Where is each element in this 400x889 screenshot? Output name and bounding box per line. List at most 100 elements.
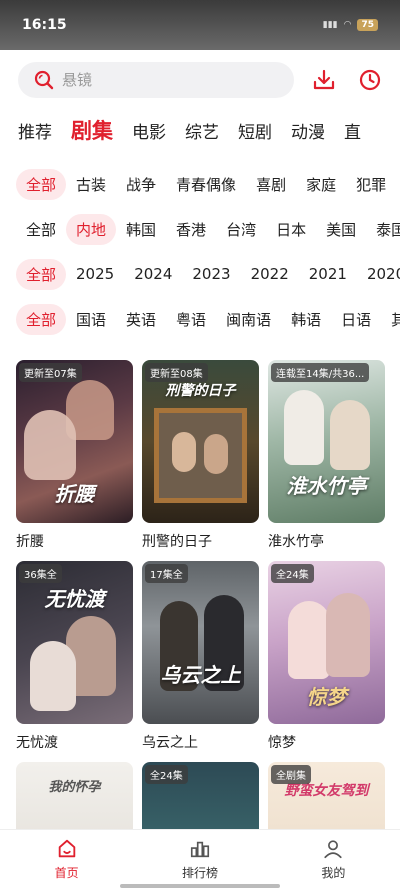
main-tabs: 推荐 剧集 电影 综艺 短剧 动漫 直 — [0, 112, 400, 148]
filter-region-chip[interactable]: 韩国 — [116, 214, 166, 245]
search-box[interactable] — [18, 62, 294, 98]
poster-image: 无忧渡 36集全 — [16, 561, 133, 724]
figure-shape — [172, 432, 196, 472]
battery-indicator: 75 — [357, 19, 378, 31]
person-icon — [324, 840, 342, 859]
episode-badge: 全24集 — [145, 765, 188, 784]
filter-genre-chip[interactable]: 青春偶像 — [166, 169, 246, 200]
download-icon — [313, 69, 335, 90]
drama-card[interactable]: 乌云之上 17集全 乌云之上 — [142, 561, 259, 752]
tab-series[interactable]: 剧集 — [71, 115, 113, 145]
download-button[interactable] — [310, 66, 338, 94]
filter-region-chip[interactable]: 香港 — [166, 214, 216, 245]
tab-variety[interactable]: 综艺 — [185, 118, 219, 143]
history-button[interactable] — [356, 66, 384, 94]
filter-region-chip[interactable]: 台湾 — [216, 214, 266, 245]
bottom-nav: 首页 排行榜 我的 — [0, 829, 400, 889]
filter-genre-chip[interactable]: 家庭 — [296, 169, 346, 200]
poster-image: 淮水竹亭 连载至14集/共36... — [268, 360, 385, 523]
tab-anime[interactable]: 动漫 — [291, 118, 325, 143]
status-icons: ▮▮▮ ◠ 75 — [323, 19, 378, 31]
figure-shape — [288, 601, 330, 679]
episode-badge: 17集全 — [145, 564, 188, 583]
drama-card[interactable]: 惊梦 全24集 惊梦 — [268, 561, 385, 752]
drama-title: 折腰 — [16, 534, 44, 550]
nav-profile-label: 我的 — [321, 866, 346, 880]
home-indicator — [120, 884, 280, 888]
filter-year-chip[interactable]: 2022 — [241, 260, 299, 288]
filter-region-chip[interactable]: 泰国 — [366, 214, 400, 245]
filter-language-chip[interactable]: 国语 — [66, 304, 116, 335]
filter-genre-all[interactable]: 全部 — [16, 168, 67, 200]
filter-genre-chip[interactable]: 喜剧 — [246, 169, 296, 200]
nav-ranking[interactable]: 排行榜 — [133, 830, 266, 889]
tab-live[interactable]: 直 — [344, 118, 361, 143]
filter-year-chip[interactable]: 2025 — [66, 260, 124, 288]
drama-card[interactable]: 折腰 更新至07集 折腰 — [16, 360, 133, 551]
filter-language-chip[interactable]: 其 — [381, 304, 400, 335]
poster-title-art: 无忧渡 — [44, 587, 105, 611]
poster-image: 乌云之上 17集全 — [142, 561, 259, 724]
filter-year-all[interactable]: 全部 — [16, 258, 67, 290]
clock-icon — [359, 69, 381, 91]
status-bar: 16:15 ▮▮▮ ◠ 75 — [0, 0, 400, 50]
ranking-icon — [190, 841, 210, 858]
poster-title-art: 折腰 — [54, 482, 95, 506]
nav-home[interactable]: 首页 — [0, 830, 133, 889]
filter-region-chip[interactable]: 美国 — [316, 214, 366, 245]
filter-language-chip[interactable]: 闽南语 — [216, 304, 281, 335]
drama-title: 惊梦 — [268, 735, 296, 751]
poster-title-art: 刑警的日子 — [165, 383, 236, 399]
signal-icon: ▮▮▮ — [322, 20, 338, 30]
drama-title: 无忧渡 — [16, 735, 58, 751]
poster-image: 折腰 更新至07集 — [16, 360, 133, 523]
figure-shape — [284, 390, 324, 465]
tab-short-drama[interactable]: 短剧 — [238, 118, 272, 143]
nav-ranking-label: 排行榜 — [181, 866, 218, 880]
episode-badge: 全24集 — [271, 564, 314, 583]
filter-row-region: 全部 内地 韩国 香港 台湾 日本 美国 泰国 — [0, 213, 400, 245]
episode-badge: 连载至14集/共36... — [271, 363, 370, 382]
top-cover — [0, 50, 400, 60]
filter-genre-chip[interactable]: 战争 — [116, 169, 166, 200]
filter-region-all[interactable]: 全部 — [16, 214, 66, 245]
filter-region-chip[interactable]: 日本 — [266, 214, 316, 245]
filter-row-genre: 全部 古装 战争 青春偶像 喜剧 家庭 犯罪 — [0, 168, 400, 200]
figure-shape — [24, 410, 76, 480]
poster-image: 惊梦 全24集 — [268, 561, 385, 724]
filter-year-chip[interactable]: 2024 — [124, 260, 182, 288]
nav-home-label: 首页 — [54, 866, 79, 880]
filter-language-chip[interactable]: 英语 — [116, 304, 166, 335]
nav-profile[interactable]: 我的 — [267, 830, 400, 889]
tab-recommend[interactable]: 推荐 — [18, 118, 52, 143]
drama-card[interactable]: 刑警的日子 更新至08集 刑警的日子 — [142, 360, 259, 551]
drama-title: 乌云之上 — [142, 735, 198, 751]
episode-badge: 更新至07集 — [19, 363, 82, 382]
search-row — [18, 62, 386, 98]
drama-card[interactable]: 淮水竹亭 连载至14集/共36... 淮水竹亭 — [268, 360, 385, 551]
episode-badge: 更新至08集 — [145, 363, 208, 382]
figure-shape — [326, 593, 370, 677]
filter-year-chip[interactable]: 2020 — [357, 260, 400, 288]
filter-language-chip[interactable]: 韩语 — [281, 304, 331, 335]
filter-language-chip[interactable]: 粤语 — [166, 304, 216, 335]
drama-card[interactable]: 无忧渡 36集全 无忧渡 — [16, 561, 133, 752]
poster-image: 刑警的日子 更新至08集 — [142, 360, 259, 523]
status-time: 16:15 — [22, 17, 67, 33]
filter-language-all[interactable]: 全部 — [16, 303, 67, 335]
figure-shape — [204, 434, 228, 474]
filter-row-year: 全部 2025 2024 2023 2022 2021 2020 — [0, 258, 400, 290]
search-input[interactable] — [62, 71, 252, 89]
search-icon — [34, 70, 54, 90]
filter-year-chip[interactable]: 2021 — [299, 260, 357, 288]
tab-movies[interactable]: 电影 — [132, 118, 166, 143]
filter-year-chip[interactable]: 2023 — [182, 260, 240, 288]
filter-region-mainland[interactable]: 内地 — [66, 213, 117, 245]
filter-language-chip[interactable]: 日语 — [331, 304, 381, 335]
frame-shape — [154, 408, 247, 503]
poster-title-art: 乌云之上 — [160, 663, 241, 687]
filter-genre-chip[interactable]: 犯罪 — [346, 169, 396, 200]
filter-row-language: 全部 国语 英语 粤语 闽南语 韩语 日语 其 — [0, 303, 400, 335]
filter-genre-chip[interactable]: 古装 — [66, 169, 116, 200]
figure-shape — [330, 400, 370, 470]
